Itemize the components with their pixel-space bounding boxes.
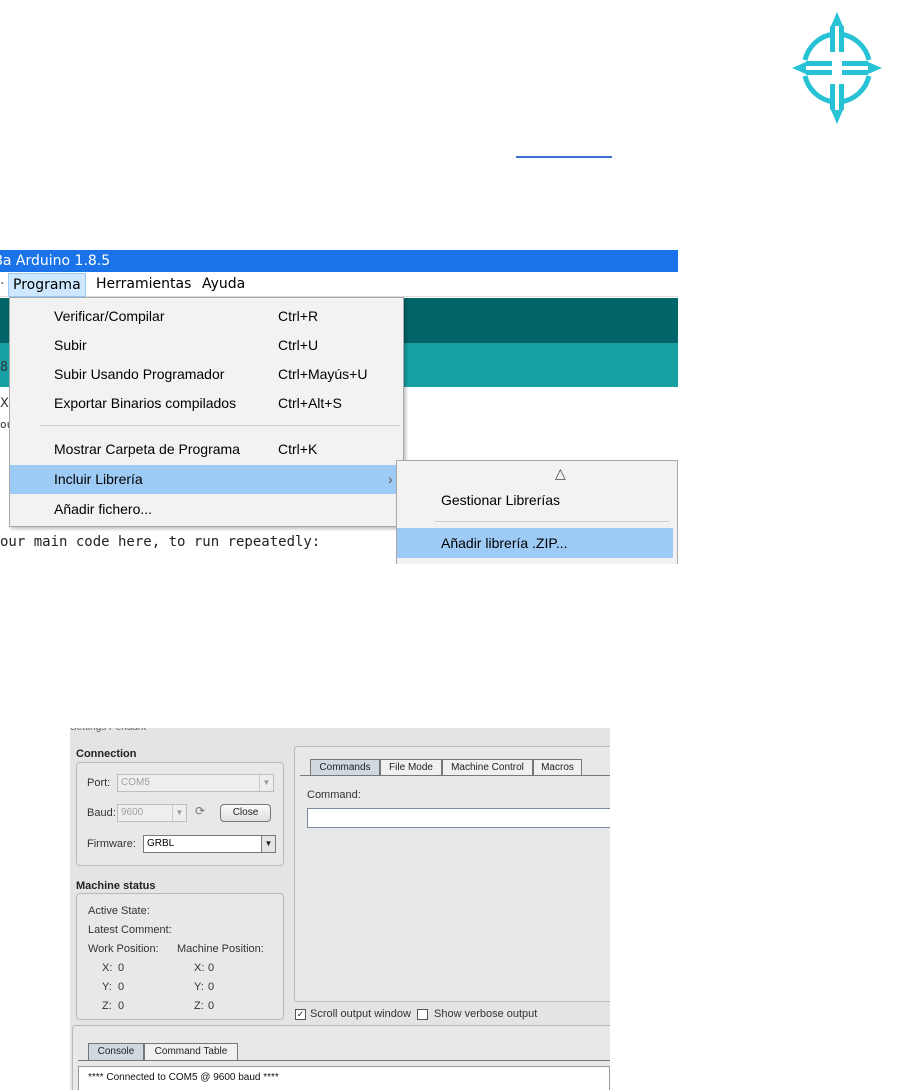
machine-position-label: Machine Position:	[177, 943, 264, 955]
menu-item-label: Exportar Binarios compilados	[54, 395, 237, 411]
tab-command-table[interactable]: Command Table	[144, 1043, 238, 1060]
port-value: COM5	[121, 777, 150, 788]
active-state-label: Active State:	[88, 905, 150, 917]
port-select[interactable]: COM5 ▼	[117, 774, 274, 792]
machine-y-value: 0	[208, 981, 215, 993]
menu-item-shortcut: Ctrl+Alt+S	[278, 395, 342, 411]
firmware-select[interactable]: GRBL ▼	[143, 835, 276, 853]
port-label: Port:	[87, 777, 111, 789]
work-z-axis: Z:	[102, 1000, 112, 1012]
machine-z-value: 0	[208, 1000, 215, 1012]
code-line: our main code here, to run repeatedly:	[0, 534, 321, 550]
work-z-value: 0	[118, 1000, 125, 1012]
machine-status-panel: Active State: Latest Comment: Work Posit…	[76, 893, 284, 1020]
library-submenu: △ Gestionar Librerías Añadir librería .Z…	[396, 460, 678, 564]
console-line: **** Connected to COM5 @ 9600 baud ****	[88, 1072, 279, 1083]
menu-item-label: Mostrar Carpeta de Programa	[54, 441, 240, 457]
tab-console[interactable]: Console	[88, 1043, 144, 1060]
tab-commands[interactable]: Commands	[310, 759, 380, 776]
menu-item-anadir-fichero[interactable]: Añadir fichero...	[10, 495, 403, 524]
firmware-label: Firmware:	[87, 838, 136, 850]
menu-item-mostrar-carpeta[interactable]: Mostrar Carpeta de Programa Ctrl+K	[10, 435, 403, 464]
menu-item-label: Subir	[54, 337, 87, 353]
work-y-axis: Y:	[102, 981, 112, 993]
menu-item-shortcut: Ctrl+Mayús+U	[278, 366, 368, 382]
connection-panel: Port: COM5 ▼ Baud: 9600 ▼ ⟳ Close Firmwa…	[76, 762, 284, 866]
scroll-output-label: Scroll output window	[310, 1008, 411, 1020]
top-tabs-strip: Settings Pendant	[70, 728, 610, 734]
machine-x-axis: X:	[194, 962, 205, 974]
menu-item-gestionar-librerias[interactable]: Gestionar Librerías	[397, 485, 673, 515]
baud-select[interactable]: 9600 ▼	[117, 804, 187, 822]
verbose-output-checkbox[interactable]	[417, 1009, 428, 1020]
menu-edge-glyph: ·	[0, 276, 5, 292]
left-glyph-1: 8	[0, 360, 8, 375]
menu-separator	[435, 521, 669, 522]
menu-item-verificar[interactable]: Verificar/Compilar Ctrl+R	[10, 302, 403, 331]
machine-y-axis: Y:	[194, 981, 204, 993]
work-x-axis: X:	[102, 962, 113, 974]
baud-value: 9600	[121, 807, 144, 818]
menu-herramientas[interactable]: Herramientas	[96, 273, 191, 295]
menu-programa[interactable]: Programa	[8, 273, 86, 297]
menu-item-label: Subir Usando Programador	[54, 366, 225, 382]
window-title: 8a Arduino 1.8.5	[0, 253, 111, 269]
menu-item-shortcut: Ctrl+R	[278, 308, 319, 324]
connection-title: Connection	[76, 748, 137, 760]
ugs-screenshot: Settings Pendant Connection Port: COM5 ▼…	[70, 728, 610, 1090]
menu-item-incluir-libreria[interactable]: Incluir Librería ›	[10, 465, 403, 494]
menu-item-label: Añadir librería .ZIP...	[441, 535, 568, 551]
tab-underline	[300, 775, 610, 776]
menu-item-label: Incluir Librería	[54, 471, 143, 487]
firmware-value: GRBL	[147, 838, 175, 849]
commands-panel	[294, 746, 610, 1002]
machine-x-value: 0	[208, 962, 215, 974]
program-menu: Verificar/Compilar Ctrl+R Subir Ctrl+U S…	[9, 297, 404, 527]
chevron-down-icon: ▼	[261, 836, 275, 852]
menu-bar: · Programa Herramientas Ayuda	[0, 272, 678, 297]
menu-item-anadir-zip[interactable]: Añadir librería .ZIP...	[397, 528, 673, 558]
machine-z-axis: Z:	[194, 1000, 204, 1012]
tab-file-mode[interactable]: File Mode	[380, 759, 442, 776]
link-underline[interactable]	[516, 156, 612, 158]
menu-item-shortcut: Ctrl+U	[278, 337, 319, 353]
menu-item-label: Gestionar Librerías	[441, 492, 561, 508]
scroll-output-checkbox[interactable]: ✓	[295, 1009, 306, 1020]
menu-ayuda[interactable]: Ayuda	[202, 273, 245, 295]
command-input[interactable]	[307, 808, 610, 828]
work-y-value: 0	[118, 981, 125, 993]
scroll-up-icon[interactable]: △	[555, 465, 566, 482]
close-button[interactable]: Close	[220, 804, 271, 822]
compass-cross-logo-icon	[792, 12, 882, 124]
chevron-down-icon: ▼	[172, 805, 186, 821]
menu-item-exportar[interactable]: Exportar Binarios compilados Ctrl+Alt+S	[10, 389, 403, 418]
command-label: Command:	[307, 789, 361, 801]
window-title-bar: 8a Arduino 1.8.5	[0, 250, 678, 272]
menu-item-subir[interactable]: Subir Ctrl+U	[10, 331, 403, 360]
menu-item-label: Verificar/Compilar	[54, 308, 165, 324]
machine-status-title: Machine status	[76, 880, 156, 892]
tab-macros[interactable]: Macros	[533, 759, 582, 776]
chevron-down-icon: ▼	[259, 775, 273, 791]
menu-item-shortcut: Ctrl+K	[278, 441, 318, 457]
latest-comment-label: Latest Comment:	[88, 924, 172, 936]
refresh-icon[interactable]: ⟳	[195, 804, 205, 818]
verbose-output-label: Show verbose output	[434, 1008, 538, 1020]
submenu-arrow-icon: ›	[388, 471, 393, 487]
menu-item-label: Añadir fichero...	[54, 501, 153, 517]
tab-machine-control[interactable]: Machine Control	[442, 759, 533, 776]
menu-separator	[40, 425, 400, 426]
work-position-label: Work Position:	[88, 943, 159, 955]
work-x-value: 0	[118, 962, 125, 974]
menu-item-subir-programador[interactable]: Subir Usando Programador Ctrl+Mayús+U	[10, 360, 403, 389]
arduino-ide-screenshot: 8a Arduino 1.8.5 · Programa Herramientas…	[0, 250, 678, 564]
baud-label: Baud:	[87, 807, 116, 819]
console-tab-underline	[78, 1060, 610, 1061]
